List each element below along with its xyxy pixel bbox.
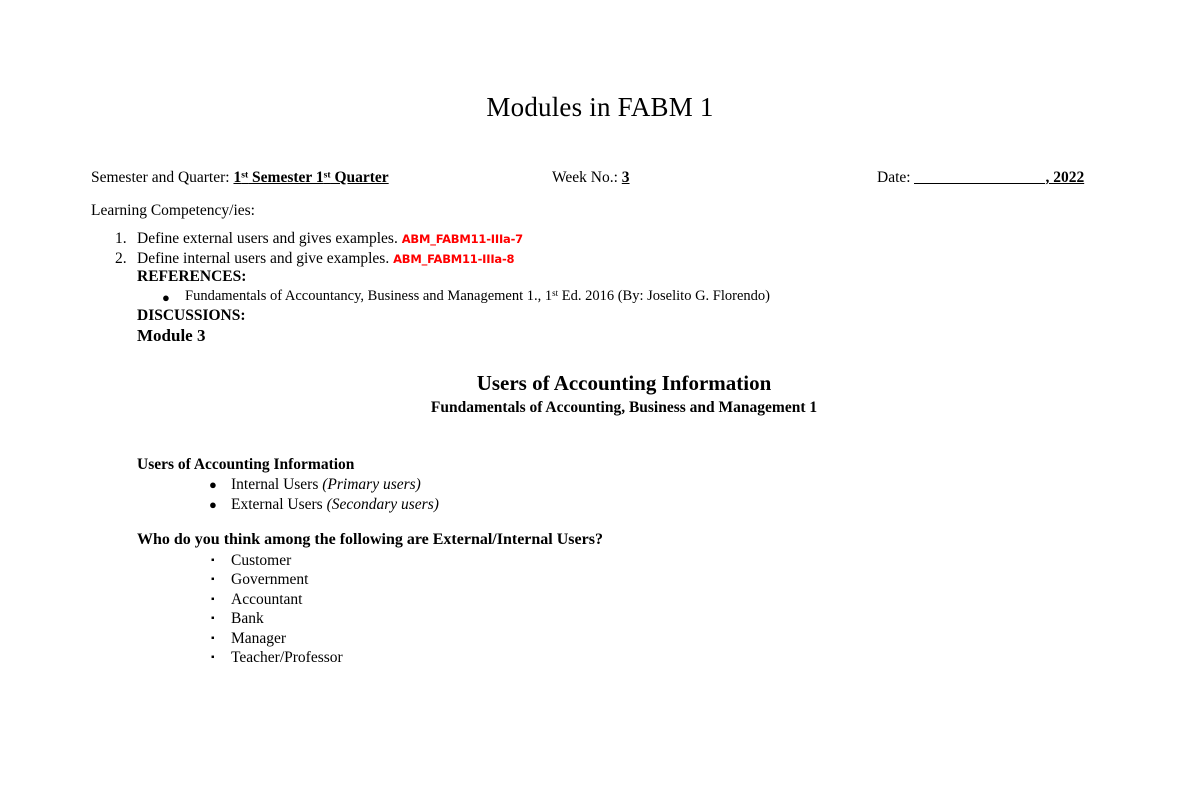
semester-value: 1st Semester 1st Quarter [233,169,388,186]
choice-label: Government [231,571,309,589]
semester-value-mid: Semester 1 [248,169,324,186]
list-item: ▪ Teacher/Professor [137,648,343,667]
week-label: Week No.: [552,169,622,186]
list-item: ● Internal Users (Primary users) [137,475,439,495]
list-number: 1. [115,230,127,247]
bullet-icon: ● [162,290,170,305]
semester-and-quarter: Semester and Quarter: 1st Semester 1st Q… [91,169,389,187]
discussions-heading: DISCUSSIONS: [137,307,246,324]
list-item: ▪ Government [137,570,343,589]
list-item: ▪ Customer [137,551,343,570]
header-meta-row: Semester and Quarter: 1st Semester 1st Q… [91,169,1091,191]
semester-label: Semester and Quarter: [91,169,234,186]
date-label: Date: [877,169,915,186]
choice-label: Accountant [231,590,303,608]
date-field: Date: , 2022 [877,169,1084,187]
list-item: ▪ Bank [137,609,343,628]
square-bullet-icon: ▪ [211,593,215,605]
choice-label: Customer [231,552,292,569]
competency-text: Define external users and gives examples… [137,230,402,247]
choice-label: Teacher/Professor [231,648,343,666]
reference-text-pre: Fundamentals of Accountancy, Business an… [185,288,553,304]
user-type-label: Internal Users [231,476,323,493]
list-item: 2. Define internal users and give example… [91,249,523,269]
learning-competency-label: Learning Competency/ies: [91,202,255,219]
module-label: Module 3 [137,326,206,345]
square-bullet-icon: ▪ [211,574,215,586]
competency-text: Define internal users and give examples. [137,249,394,267]
references-heading: REFERENCES: [137,268,247,285]
user-type-label: External Users [231,495,327,513]
list-number: 2. [115,249,127,267]
square-bullet-icon: ▪ [211,651,215,663]
list-item: ▪ Manager [137,629,343,648]
document-page: Modules in FABM 1 Semester and Quarter: … [0,0,1200,785]
reference-entry: Fundamentals of Accountancy, Business an… [185,288,770,305]
list-item: ▪ Accountant [137,590,343,609]
section-title: Users of Accounting Information [476,371,772,395]
user-type-note: (Secondary users) [326,495,439,513]
date-year: , 2022 [1045,169,1085,186]
bullet-icon: ● [209,496,217,512]
competency-code: ABM_FABM11-IIIa-7 [401,232,523,246]
choices-list: ▪ Customer ▪ Government ▪ Accountant ▪ Bank … [137,551,343,667]
question-text: Who do you think among the following are… [137,531,603,548]
date-blank-line[interactable] [914,183,1046,184]
reference-text-post: Ed. 2016 (By: Joselito G. Florendo) [558,288,770,304]
bullet-icon: ● [209,477,217,492]
semester-superscript-2: st [323,169,331,181]
users-list: ● Internal Users (Primary users) ● Externa… [137,475,439,514]
choice-label: Manager [231,629,287,647]
week-number: Week No.: 3 [552,169,630,187]
square-bullet-icon: ▪ [211,632,215,644]
competency-code: ABM_FABM11-IIIa-8 [393,251,515,266]
page-title: Modules in FABM 1 [486,92,714,122]
week-value: 3 [621,169,630,186]
list-item: 1. Define external users and gives exampl… [91,229,523,249]
users-heading: Users of Accounting Information [137,456,355,473]
semester-value-post: Quarter [330,169,389,186]
choice-label: Bank [231,610,264,628]
user-type-note: (Primary users) [322,476,421,493]
square-bullet-icon: ▪ [211,613,215,625]
section-subtitle: Fundamentals of Accounting, Business and… [430,399,818,416]
learning-competency-list: 1. Define external users and gives exampl… [91,229,523,268]
square-bullet-icon: ▪ [211,555,215,566]
list-item: ● External Users (Secondary users) [137,495,439,515]
